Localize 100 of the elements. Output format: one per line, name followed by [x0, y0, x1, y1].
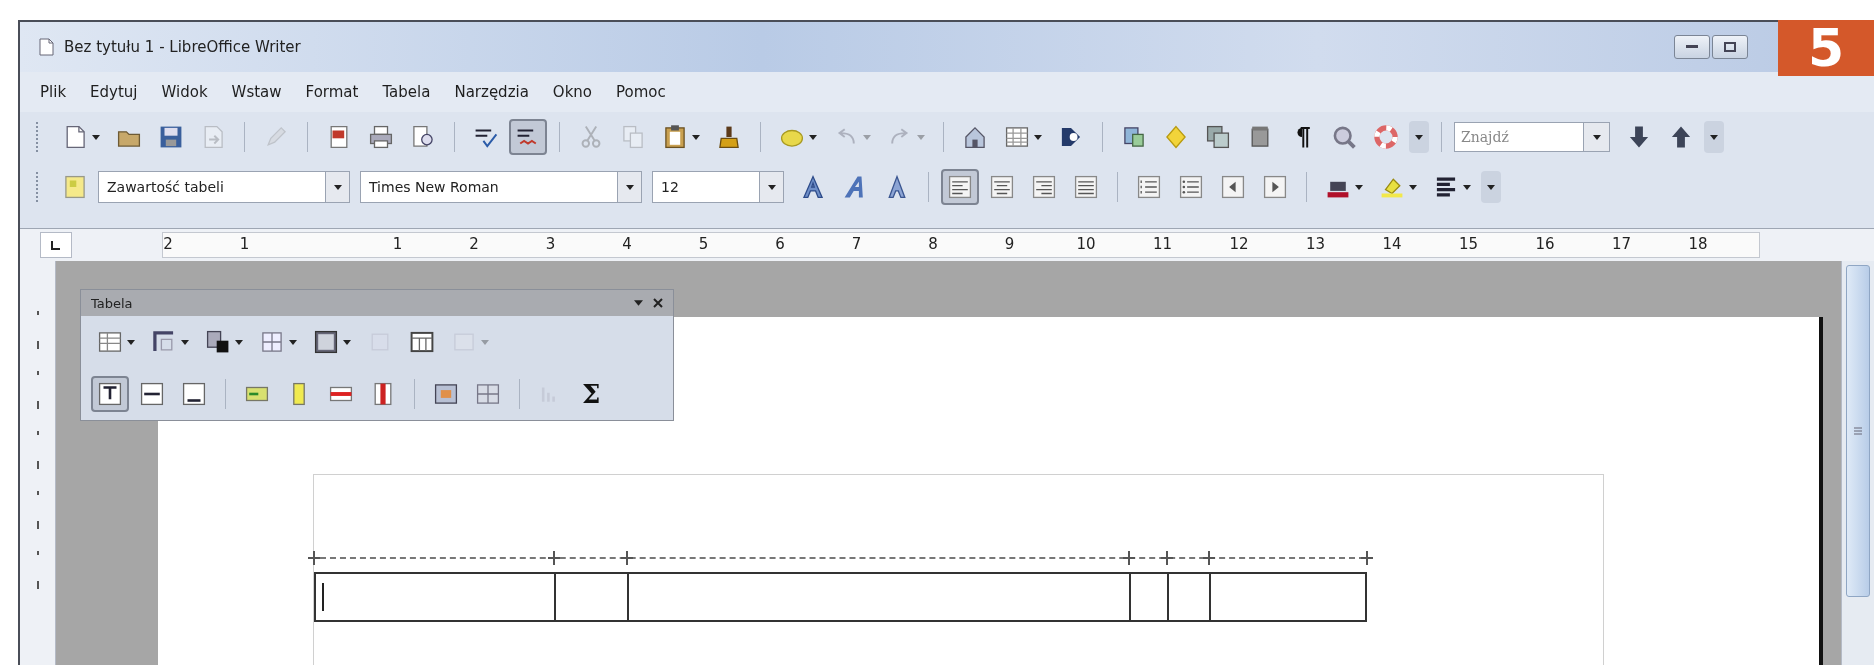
menu-item[interactable]: Wstaw	[231, 83, 282, 101]
table-cell[interactable]	[1209, 572, 1367, 622]
caret-icon	[863, 134, 871, 140]
caret-icon	[1415, 134, 1423, 140]
caret-icon	[1355, 184, 1363, 190]
grip-icon	[1854, 427, 1862, 435]
table-frame-icon	[409, 329, 435, 355]
align-center-icon	[989, 174, 1015, 200]
table-cell[interactable]	[1129, 572, 1167, 622]
toolbar-button[interactable]	[91, 376, 129, 412]
letter-page-icon	[62, 174, 88, 200]
magnifier-icon	[1331, 124, 1357, 150]
numbered-list-icon	[1136, 174, 1162, 200]
overflow-button[interactable]	[1481, 171, 1501, 203]
overflow-button[interactable]	[1704, 121, 1724, 153]
ruler-number: 17	[1611, 235, 1632, 253]
framed-square-icon	[433, 381, 459, 407]
ruler-number: 2	[163, 235, 173, 253]
menu-item[interactable]: Format	[305, 83, 359, 101]
ruler-number: 11	[1152, 235, 1173, 253]
column-marker-icon	[1161, 551, 1173, 565]
maximize-button[interactable]	[1712, 35, 1748, 59]
find-field[interactable]: Znajdź	[1454, 122, 1584, 152]
ruler-number: 7	[851, 235, 862, 253]
cross-box-icon	[259, 329, 285, 355]
minimize-button[interactable]	[1674, 35, 1710, 59]
caret-icon	[767, 184, 776, 190]
ruler-number: 14	[1382, 235, 1402, 253]
font-dropdown-button[interactable]	[617, 172, 641, 202]
split-frame-icon	[475, 381, 501, 407]
ruler-number: 4	[622, 235, 632, 253]
menu-item[interactable]: Pomoc	[616, 83, 666, 101]
table-cell[interactable]	[314, 572, 554, 622]
caret-icon	[343, 339, 351, 345]
caret-icon	[481, 339, 489, 345]
toolbar-button[interactable]	[941, 169, 979, 205]
ruler-number: 2	[469, 235, 479, 253]
page-magnifier-icon	[410, 124, 436, 150]
ruler-number: 10	[1076, 235, 1096, 253]
ruler-number: 16	[1535, 235, 1555, 253]
align-left-icon	[947, 174, 973, 200]
menu-item[interactable]: Plik	[40, 83, 67, 101]
find-dropdown-button[interactable]	[1584, 122, 1610, 152]
floppy-icon	[158, 124, 184, 150]
font-name-field[interactable]: Times New Roman	[360, 171, 642, 203]
tab-stop-icon	[51, 240, 61, 250]
lifebuoy-icon	[1373, 124, 1399, 150]
table-cell[interactable]	[627, 572, 1129, 622]
overflow-button[interactable]	[1409, 121, 1429, 153]
caret-icon	[692, 134, 700, 140]
caret-icon	[235, 339, 243, 345]
ruler-number: 5	[698, 235, 709, 253]
gradient-box-icon	[313, 329, 339, 355]
menu-item[interactable]: Okno	[552, 83, 593, 101]
cell-bottom-icon	[181, 381, 207, 407]
font-size-field[interactable]: 12	[652, 171, 784, 203]
justify-icon	[1073, 174, 1099, 200]
ruler-number: 12	[1229, 235, 1249, 253]
column-marker-icon	[1203, 551, 1215, 565]
menu-item[interactable]: Edytuj	[90, 83, 138, 101]
column-marker-icon	[621, 551, 633, 565]
caret-icon	[1487, 184, 1495, 190]
caret-icon	[92, 134, 100, 140]
close-icon[interactable]	[653, 298, 663, 308]
ruler-number: 18	[1688, 235, 1708, 253]
size-dropdown-button[interactable]	[759, 172, 783, 202]
column-marker-icon	[308, 551, 320, 565]
tab-stop-selector[interactable]	[40, 232, 72, 258]
toolbar-title: Tabela	[91, 295, 134, 311]
arrow-in-box-right-icon	[1262, 174, 1288, 200]
caret-icon	[809, 134, 817, 140]
overlapping-squares-icon	[205, 329, 231, 355]
paragraph-style-field[interactable]: Zawartość tabeli	[98, 171, 350, 203]
printer-icon	[368, 124, 394, 150]
caret-icon	[1710, 134, 1718, 140]
menu-item[interactable]: Narzędzia	[454, 83, 529, 101]
column-marker-icon	[1123, 551, 1135, 565]
outline-a-icon	[800, 174, 826, 200]
scroll-thumb[interactable]	[1846, 265, 1870, 597]
caret-icon	[625, 184, 634, 190]
maximize-icon	[1724, 42, 1736, 52]
ruler-number: 15	[1458, 235, 1479, 253]
bulleted-list-icon	[1178, 174, 1204, 200]
window-title: Bez tytułu 1 - LibreOffice Writer	[64, 38, 301, 56]
sum-button[interactable]: Σ	[574, 375, 609, 413]
menu-caret-icon[interactable]	[634, 300, 643, 306]
style-dropdown-button[interactable]	[325, 172, 349, 202]
menu-item[interactable]: Widok	[161, 83, 208, 101]
ruler-number: 13	[1305, 235, 1326, 253]
document-icon	[36, 37, 56, 57]
arrow-in-box-left-icon	[1220, 174, 1246, 200]
table-cell[interactable]	[1167, 572, 1209, 622]
house-page-icon	[962, 124, 988, 150]
vertical-scrollbar[interactable]	[1841, 261, 1874, 665]
menu-item[interactable]: Tabela	[382, 83, 431, 101]
table-cell[interactable]	[554, 572, 627, 622]
ruler-number: 9	[1004, 235, 1015, 253]
ruler-number: 1	[239, 235, 250, 253]
stacked-pages-icon	[1205, 124, 1231, 150]
column-marker-icon	[548, 551, 560, 565]
